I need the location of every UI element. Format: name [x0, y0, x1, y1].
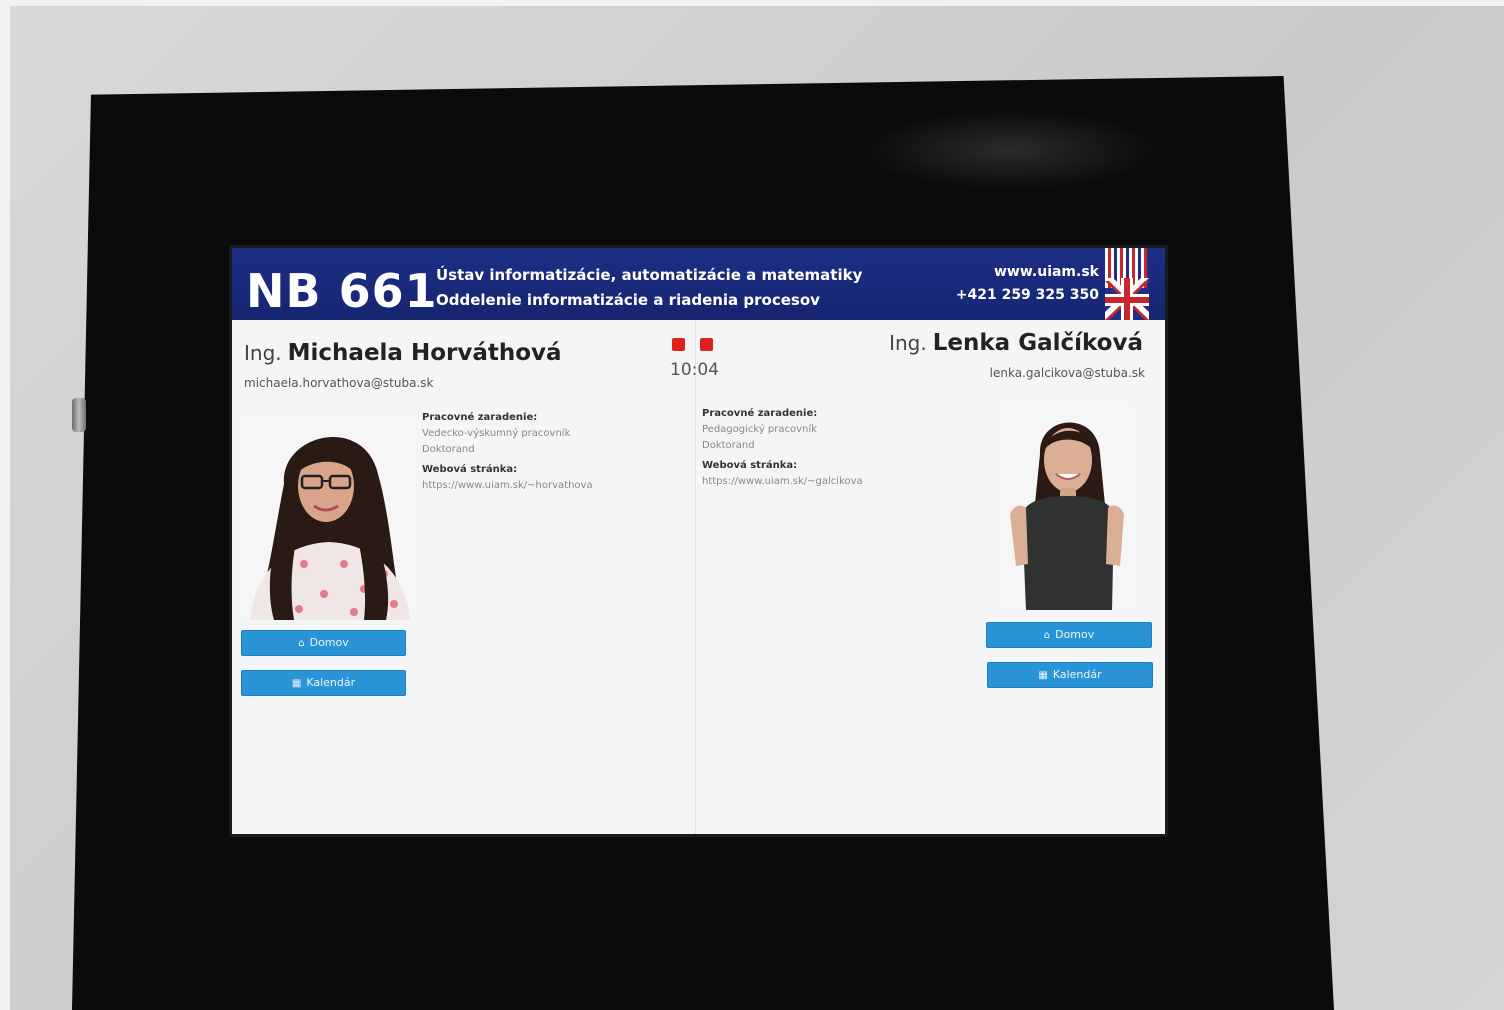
- right-position-line1: Pedagogický pracovník: [702, 424, 817, 435]
- right-website-url[interactable]: https://www.uiam.sk/~galcikova: [702, 476, 863, 487]
- status-indicator-right: [700, 338, 713, 351]
- left-person-email[interactable]: michaela.horvathova@stuba.sk: [244, 376, 433, 390]
- column-divider: [695, 320, 696, 834]
- left-person-name: Ing. Michaela Horváthová: [244, 340, 562, 366]
- right-calendar-button[interactable]: ▦ Kalendár: [987, 662, 1153, 688]
- room-number: NB 661: [246, 264, 438, 318]
- wall-left-edge: [0, 0, 10, 1010]
- home-icon: ⌂: [298, 638, 305, 649]
- left-position-line1: Vedecko-výskumný pracovník: [422, 428, 571, 439]
- right-person-portrait: [1002, 404, 1132, 610]
- status-indicator-left: [672, 338, 685, 351]
- uk-flag-icon[interactable]: [1105, 248, 1149, 320]
- right-person-name: Ing. Lenka Galčíková: [889, 330, 1143, 356]
- left-website-url[interactable]: https://www.uiam.sk/~horvathova: [422, 480, 593, 491]
- left-home-button-label: Domov: [309, 636, 349, 649]
- right-position-line2: Doktorand: [702, 440, 755, 451]
- right-website-label: Webová stránka:: [702, 460, 798, 471]
- left-position-label: Pracovné zaradenie:: [422, 412, 538, 423]
- right-person-email[interactable]: lenka.galcikova@stuba.sk: [990, 366, 1145, 380]
- department-name: Oddelenie informatizácie a riadenia proc…: [436, 291, 820, 309]
- right-position-label: Pracovné zaradenie:: [702, 408, 818, 419]
- right-calendar-button-label: Kalendár: [1052, 668, 1102, 681]
- left-website-label: Webová stránka:: [422, 464, 518, 475]
- header-bar: NB 661 Ústav informatizácie, automatizác…: [232, 248, 1165, 320]
- calendar-icon: ▦: [291, 678, 302, 689]
- left-calendar-button-label: Kalendár: [306, 676, 356, 689]
- left-person-photo: [244, 414, 414, 620]
- right-home-button[interactable]: ⌂ Domov: [986, 622, 1152, 648]
- left-home-button[interactable]: ⌂ Domov: [241, 630, 406, 656]
- left-person-fullname: Michaela Horváthová: [287, 340, 562, 366]
- calendar-icon: ▦: [1038, 670, 1048, 681]
- left-position-line2: Doktorand: [422, 444, 475, 455]
- left-person-title: Ing.: [244, 341, 282, 365]
- website-link[interactable]: www.uiam.sk: [994, 262, 1099, 282]
- door-sign-screen: NB 661 Ústav informatizácie, automatizác…: [232, 248, 1165, 834]
- right-person-title: Ing.: [889, 331, 927, 355]
- left-person-portrait: [244, 414, 414, 620]
- phone-number: +421 259 325 350: [955, 287, 1099, 303]
- right-person-fullname: Lenka Galčíková: [932, 330, 1143, 356]
- right-home-button-label: Domov: [1055, 628, 1095, 641]
- frame-side-knob: [72, 398, 86, 432]
- clock: 10:04: [670, 360, 719, 380]
- right-person-photo: [1002, 404, 1132, 610]
- left-calendar-button[interactable]: ▦ Kalendár: [241, 670, 406, 696]
- wall-top-edge: [0, 0, 1504, 6]
- institute-name: Ústav informatizácie, automatizácie a ma…: [436, 266, 863, 284]
- home-icon: ⌂: [1043, 630, 1051, 641]
- frame-reflection: [860, 110, 1160, 190]
